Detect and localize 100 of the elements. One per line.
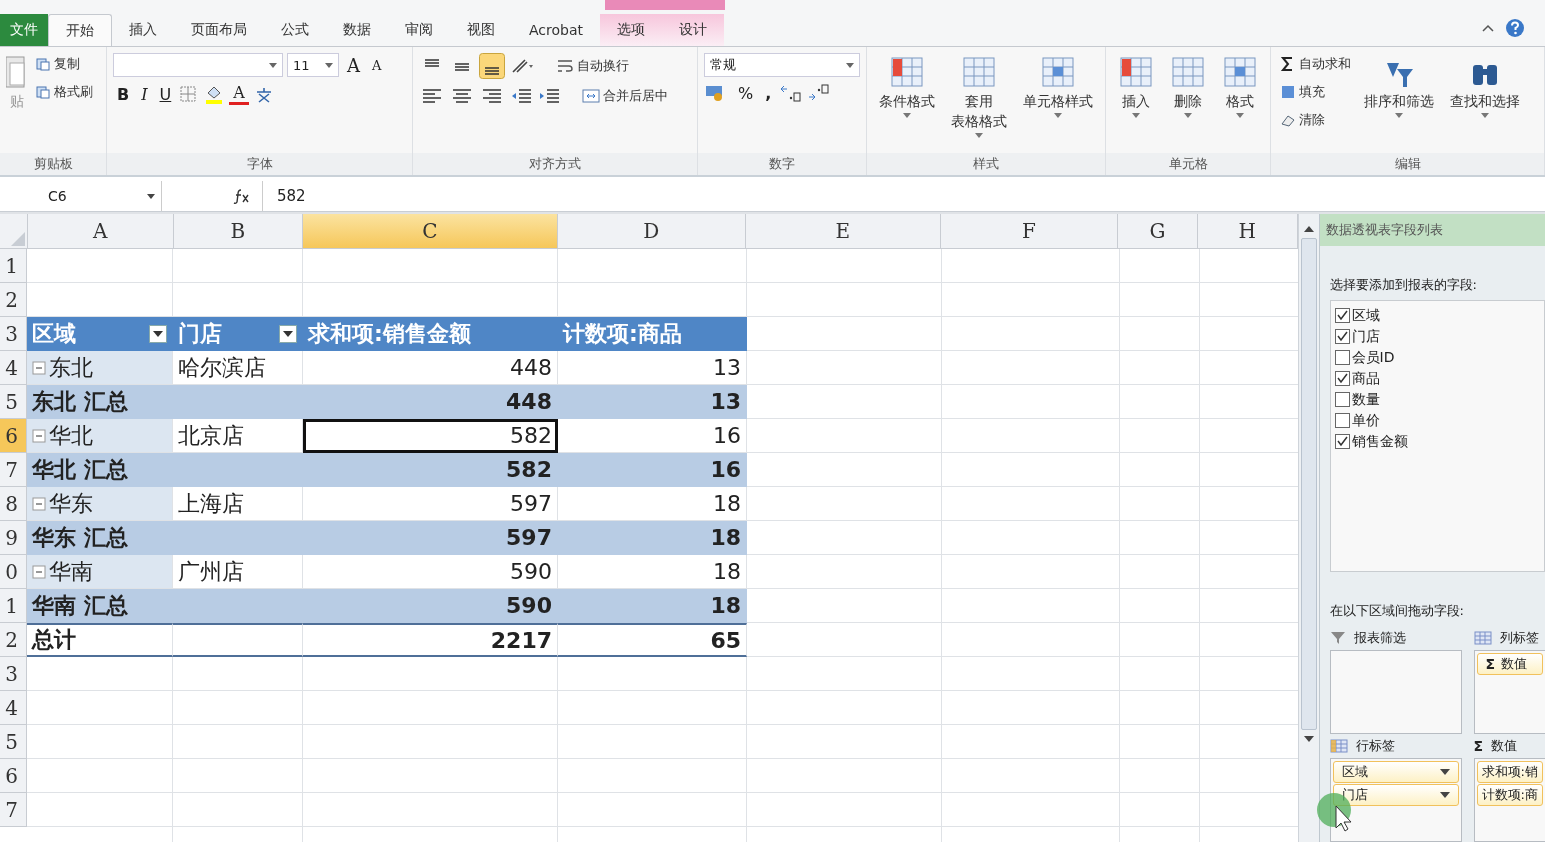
underline-button[interactable]: U bbox=[155, 84, 176, 104]
ribbon-tab[interactable]: 页面布局 bbox=[174, 14, 264, 46]
field-chip[interactable]: 求和项:销 bbox=[1476, 761, 1543, 783]
row-header[interactable]: 8 bbox=[0, 487, 27, 521]
column-header[interactable]: H bbox=[1197, 214, 1298, 249]
align-button[interactable] bbox=[479, 53, 505, 79]
collapse-icon[interactable] bbox=[32, 496, 46, 511]
row-header[interactable]: 5 bbox=[0, 725, 27, 759]
formula-field[interactable]: 582 bbox=[262, 181, 1545, 211]
row-header[interactable]: 1 bbox=[0, 249, 27, 283]
drop-area[interactable]: 区域 门店 bbox=[1329, 758, 1462, 842]
row-header[interactable]: 7 bbox=[0, 793, 27, 827]
shrink-font-button[interactable]: A bbox=[368, 57, 386, 73]
ribbon-button[interactable]: 复制 bbox=[32, 53, 96, 75]
column-header[interactable]: E bbox=[746, 214, 941, 249]
ribbon-tab[interactable]: 公式 bbox=[264, 14, 326, 46]
row-header[interactable]: 4 bbox=[0, 351, 27, 385]
row-header[interactable]: 0 bbox=[0, 555, 27, 589]
wrap-text-button[interactable]: 自动换行 bbox=[553, 55, 632, 77]
row-header[interactable]: 5 bbox=[0, 385, 27, 419]
ribbon-tab[interactable]: Acrobat bbox=[512, 14, 600, 46]
row-header[interactable]: 3 bbox=[0, 317, 27, 351]
row-header[interactable]: 3 bbox=[0, 657, 27, 691]
indent-icon[interactable] bbox=[537, 86, 561, 106]
field-label[interactable]: 商品 bbox=[1351, 369, 1380, 388]
scroll-up-icon[interactable] bbox=[1301, 224, 1316, 234]
ribbon-tab[interactable]: 开始 bbox=[48, 14, 112, 46]
merge-center-button[interactable]: 合并后居中 bbox=[579, 85, 671, 107]
italic-button[interactable]: I bbox=[137, 84, 152, 104]
checkbox[interactable] bbox=[1334, 371, 1350, 386]
font-size-field[interactable]: 11 bbox=[287, 53, 339, 77]
field-chip[interactable]: 计数项:商 bbox=[1476, 784, 1543, 806]
ribbon-tab[interactable]: 审阅 bbox=[388, 14, 450, 46]
ribbon-button[interactable]: 排序和筛选 bbox=[1358, 53, 1440, 120]
row-header[interactable]: 2 bbox=[0, 623, 27, 657]
number-format-field[interactable]: 常规 bbox=[704, 53, 860, 77]
comma-button[interactable]: , bbox=[761, 83, 776, 103]
column-header[interactable]: D bbox=[557, 214, 747, 249]
field-chip[interactable]: Σ 数值 bbox=[1476, 653, 1543, 675]
ribbon-button[interactable]: 格式 bbox=[1216, 53, 1264, 120]
scroll-down-icon[interactable] bbox=[1301, 734, 1316, 744]
help-icon[interactable] bbox=[1505, 18, 1525, 38]
scrollbar-thumb[interactable] bbox=[1300, 238, 1317, 730]
row-header[interactable]: 6 bbox=[0, 759, 27, 793]
ribbon-tab[interactable]: 数据 bbox=[326, 14, 388, 46]
column-header[interactable]: F bbox=[940, 214, 1119, 249]
row-header[interactable]: 9 bbox=[0, 521, 27, 555]
field-label[interactable]: 销售金额 bbox=[1351, 432, 1408, 451]
row-header[interactable]: 7 bbox=[0, 453, 27, 487]
ribbon-button[interactable]: 清除 bbox=[1277, 109, 1354, 131]
ribbon-button[interactable]: 条件格式 bbox=[873, 53, 941, 120]
ribbon-tab[interactable]: 文件 bbox=[0, 14, 48, 46]
filter-dropdown-icon[interactable] bbox=[149, 324, 167, 343]
field-label[interactable]: 区域 bbox=[1351, 306, 1380, 325]
checkbox[interactable] bbox=[1334, 308, 1350, 323]
ribbon-button[interactable]: 删除 bbox=[1164, 53, 1212, 120]
drop-area[interactable]: Σ 数值 bbox=[1473, 650, 1545, 734]
collapse-icon[interactable] bbox=[32, 564, 46, 579]
collapse-icon[interactable] bbox=[32, 360, 46, 375]
ribbon-button[interactable]: 格式刷 bbox=[32, 81, 96, 103]
ribbon-tab[interactable]: 插入 bbox=[112, 14, 174, 46]
row-header[interactable]: 6 bbox=[0, 419, 27, 453]
field-label[interactable]: 数量 bbox=[1351, 390, 1380, 409]
ribbon-button[interactable]: 单元格样式 bbox=[1017, 53, 1099, 120]
ribbon-tab[interactable]: 选项 bbox=[600, 14, 662, 46]
row-header[interactable]: 2 bbox=[0, 283, 27, 317]
ribbon-button[interactable]: 套用 表格格式 bbox=[945, 53, 1013, 140]
decrease-decimal-icon[interactable] bbox=[807, 83, 832, 103]
bold-button[interactable]: B bbox=[113, 84, 134, 104]
column-header[interactable]: C bbox=[303, 214, 558, 249]
ribbon-button[interactable]: 填充 bbox=[1277, 81, 1354, 103]
collapse-ribbon-icon[interactable] bbox=[1481, 23, 1495, 33]
ribbon-button[interactable]: 插入 bbox=[1112, 53, 1160, 120]
ribbon-tab[interactable]: 设计 bbox=[662, 14, 724, 46]
checkbox[interactable] bbox=[1334, 350, 1350, 365]
column-header[interactable]: A bbox=[27, 214, 174, 249]
field-chip[interactable]: 区域 bbox=[1332, 761, 1459, 783]
checkbox[interactable] bbox=[1334, 413, 1350, 428]
percent-button[interactable]: % bbox=[734, 83, 758, 103]
drop-area[interactable]: 求和项:销 计数项:商 bbox=[1473, 758, 1545, 842]
ribbon-button[interactable]: 查找和选择 bbox=[1444, 53, 1526, 120]
checkbox[interactable] bbox=[1334, 392, 1350, 407]
field-label[interactable]: 门店 bbox=[1351, 327, 1380, 346]
row-header[interactable]: 4 bbox=[0, 691, 27, 725]
ribbon-tab[interactable]: 视图 bbox=[450, 14, 512, 46]
collapse-icon[interactable] bbox=[32, 428, 46, 443]
field-label[interactable]: 会员ID bbox=[1351, 348, 1395, 367]
ribbon-button[interactable]: 自动求和 bbox=[1277, 53, 1354, 75]
field-label[interactable]: 单价 bbox=[1351, 411, 1380, 430]
checkbox[interactable] bbox=[1334, 329, 1350, 344]
checkbox[interactable] bbox=[1334, 434, 1350, 449]
font-color-button[interactable]: A bbox=[229, 83, 249, 105]
name-box[interactable]: C6 bbox=[0, 181, 162, 211]
row-header[interactable]: 1 bbox=[0, 589, 27, 623]
column-header[interactable]: G bbox=[1118, 214, 1198, 249]
increase-decimal-icon[interactable] bbox=[779, 83, 804, 103]
filter-dropdown-icon[interactable] bbox=[279, 324, 297, 343]
field-chip[interactable]: 门店 bbox=[1332, 784, 1459, 806]
grow-font-button[interactable]: A bbox=[343, 54, 364, 76]
function-icon[interactable] bbox=[232, 187, 252, 205]
